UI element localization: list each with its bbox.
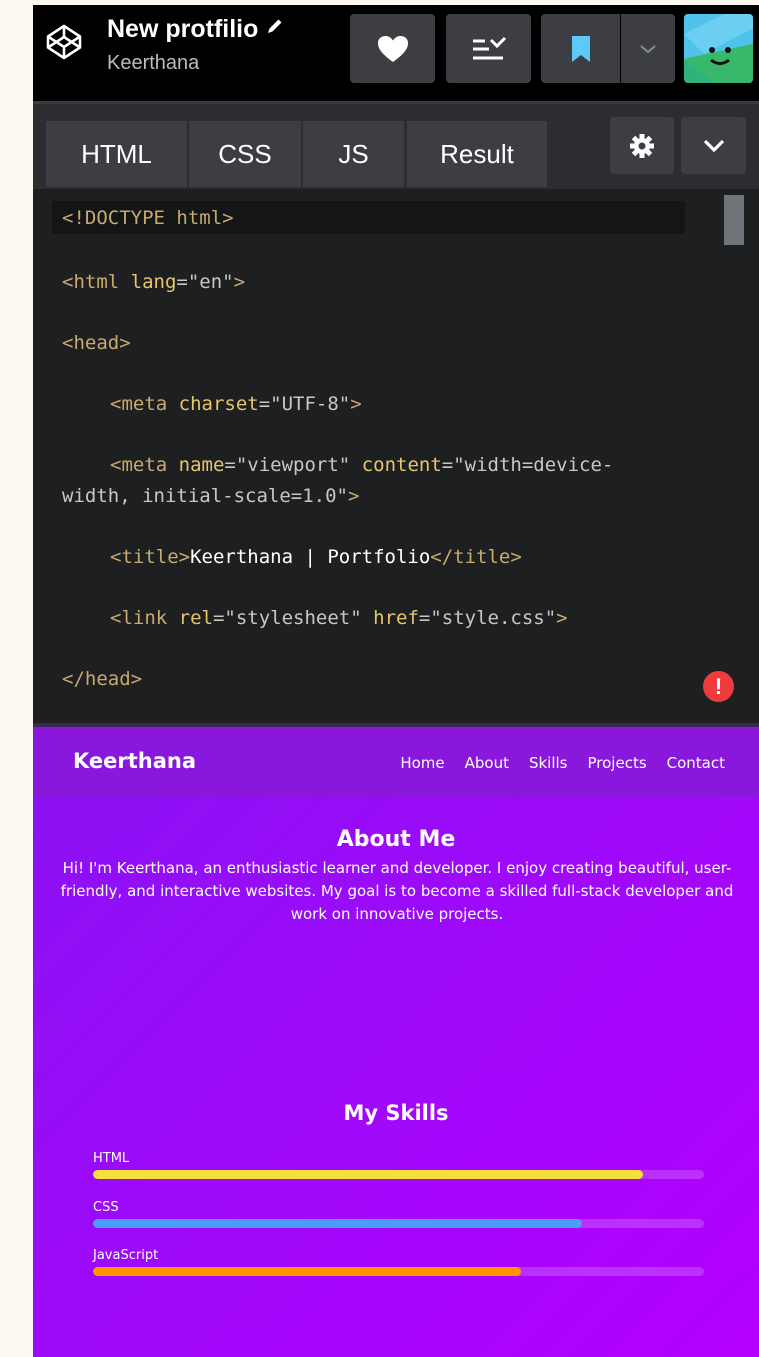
- nav-link-projects[interactable]: Projects: [588, 754, 647, 772]
- skill-bar-track: [93, 1170, 704, 1179]
- skill-bar-track: [93, 1219, 704, 1228]
- code-line: </head>: [62, 668, 143, 690]
- nav-link-about[interactable]: About: [465, 754, 509, 772]
- code-line: <meta name="viewport" content="width=dev…: [110, 454, 614, 476]
- skill-label: HTML: [93, 1151, 130, 1166]
- nav-link-home[interactable]: Home: [400, 754, 444, 772]
- skill-html: HTML: [93, 1151, 704, 1179]
- user-avatar[interactable]: [684, 14, 753, 83]
- pen-title[interactable]: New protfilio: [107, 13, 284, 44]
- code-line: <title>Keerthana | Portfolio</title>: [110, 546, 522, 568]
- gear-icon: [630, 133, 654, 158]
- codepen-logo-icon[interactable]: [45, 23, 83, 61]
- skill-javascript: JavaScript: [93, 1248, 704, 1276]
- pen-owner[interactable]: Keerthana: [107, 52, 284, 75]
- codepen-app: New protfilio Keerthana HTML CSS JS Resu…: [33, 5, 759, 1357]
- pen-title-text: New protfilio: [107, 15, 259, 43]
- collection-button[interactable]: [446, 14, 531, 83]
- code-editor[interactable]: <!DOCTYPE html> <html lang="en"> <head> …: [33, 189, 759, 723]
- result-preview: Keerthana Home About Skills Projects Con…: [33, 723, 759, 1357]
- chevron-down-icon: [640, 44, 656, 53]
- preview-brand[interactable]: Keerthana: [73, 749, 196, 773]
- tab-js[interactable]: JS: [303, 121, 404, 187]
- about-heading: About Me: [336, 827, 456, 852]
- skill-label: CSS: [93, 1200, 119, 1215]
- skill-bar-track: [93, 1267, 704, 1276]
- list-check-icon: [472, 36, 506, 59]
- error-indicator-icon[interactable]: !: [703, 671, 734, 702]
- skill-bar-fill: [93, 1219, 582, 1228]
- skill-label: JavaScript: [93, 1248, 159, 1263]
- code-line: <link rel="stylesheet" href="style.css">: [110, 607, 568, 629]
- like-button[interactable]: [350, 14, 435, 83]
- bookmark-icon: [571, 35, 590, 62]
- code-line: <head>: [62, 332, 131, 354]
- preview-nav-links: Home About Skills Projects Contact: [400, 754, 725, 772]
- bookmark-button[interactable]: [541, 14, 620, 83]
- collapse-button[interactable]: [681, 117, 746, 174]
- heart-icon: [377, 35, 408, 62]
- tab-css[interactable]: CSS: [189, 121, 301, 187]
- skill-bar-fill: [93, 1267, 521, 1276]
- about-paragraph: Hi! I'm Keerthana, an enthusiastic learn…: [60, 859, 734, 923]
- top-header: New protfilio Keerthana: [33, 5, 759, 101]
- nav-link-skills[interactable]: Skills: [529, 754, 568, 772]
- bookmark-dropdown-button[interactable]: [621, 14, 675, 83]
- chevron-down-icon: [703, 139, 724, 152]
- code-line: <!DOCTYPE html>: [62, 207, 234, 229]
- preview-navbar: Keerthana Home About Skills Projects Con…: [33, 727, 759, 797]
- nav-link-contact[interactable]: Contact: [667, 754, 725, 772]
- skill-bar-fill: [93, 1170, 643, 1179]
- code-line: width, initial-scale=1.0">: [62, 485, 360, 507]
- pencil-icon[interactable]: [266, 13, 284, 42]
- skill-css: CSS: [93, 1200, 704, 1228]
- tab-result[interactable]: Result: [407, 121, 547, 187]
- pen-title-block: New protfilio Keerthana: [107, 13, 284, 75]
- code-line: <meta charset="UTF-8">: [110, 393, 362, 415]
- code-line: <html lang="en">: [62, 271, 246, 293]
- settings-button[interactable]: [610, 117, 674, 174]
- skills-heading: My Skills: [343, 1101, 449, 1125]
- editor-tab-bar: HTML CSS JS Result: [33, 101, 759, 189]
- editor-scrollbar[interactable]: [724, 195, 744, 245]
- tab-html[interactable]: HTML: [46, 121, 187, 187]
